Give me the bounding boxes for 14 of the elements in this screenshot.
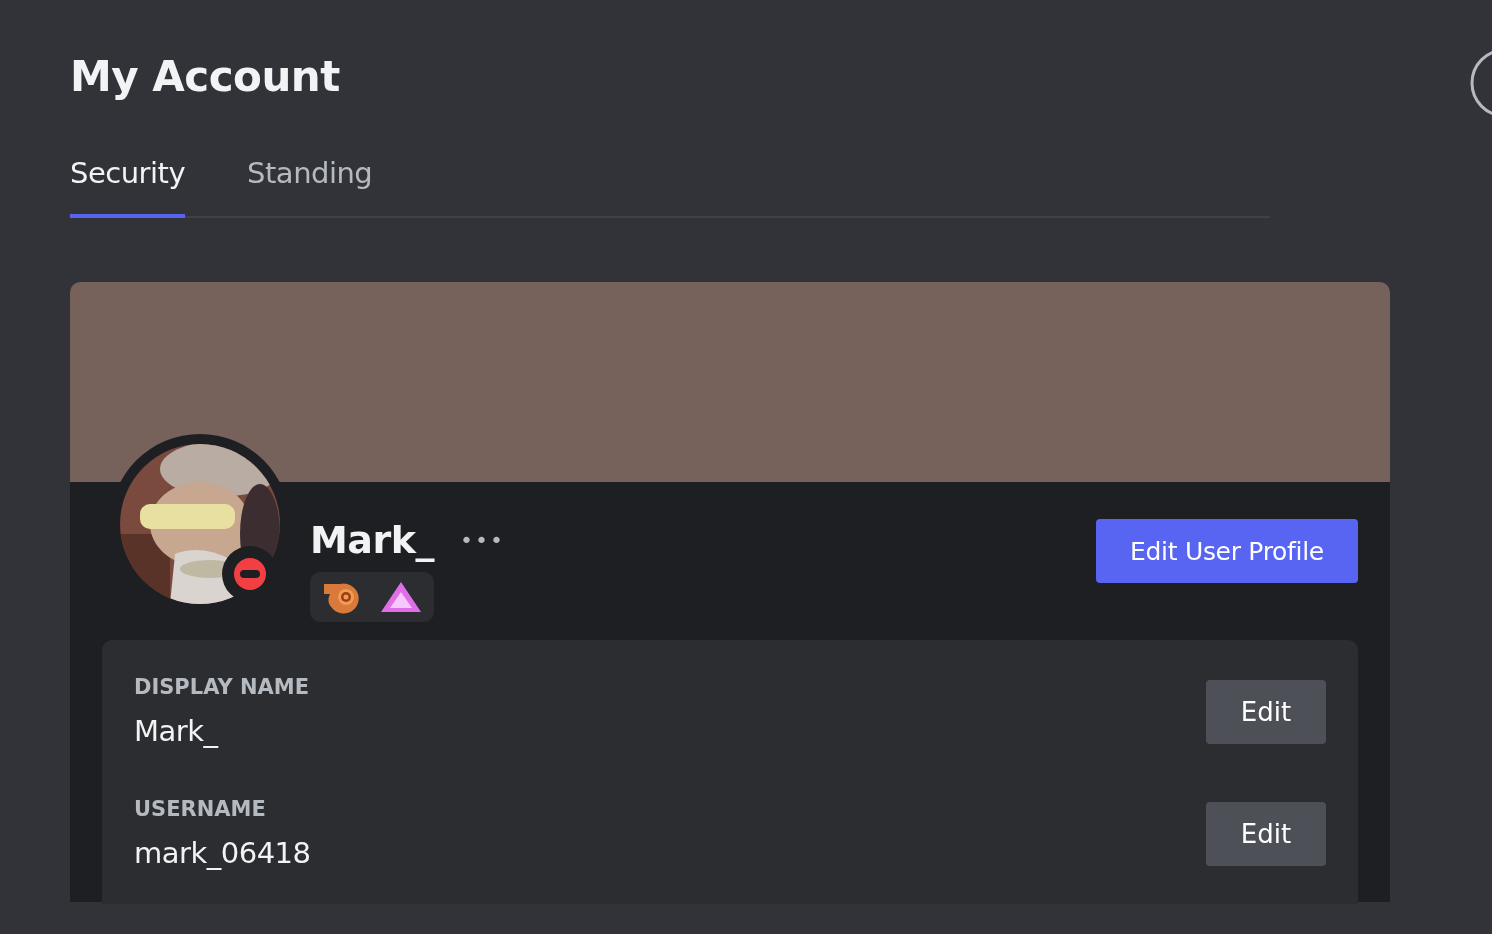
edit-button[interactable]: Edit — [1206, 802, 1326, 866]
user-name: Mark_ — [310, 518, 434, 562]
more-button[interactable]: ••• — [453, 526, 511, 554]
field-value: Mark_ — [134, 714, 220, 748]
page-title: My Account — [70, 51, 341, 103]
edit-button[interactable]: Edit — [1206, 680, 1326, 744]
field-value: mark_06418 — [134, 836, 311, 870]
close-icon[interactable] — [1470, 48, 1492, 118]
tab[interactable]: Security — [70, 156, 186, 218]
edit-profile-button[interactable]: Edit User Profile — [1096, 519, 1358, 583]
tab[interactable]: Standing — [247, 156, 373, 218]
field-label: USERNAME — [134, 796, 267, 822]
field-label: DISPLAY NAME — [134, 674, 309, 700]
nitro-badge-icon — [380, 580, 422, 614]
